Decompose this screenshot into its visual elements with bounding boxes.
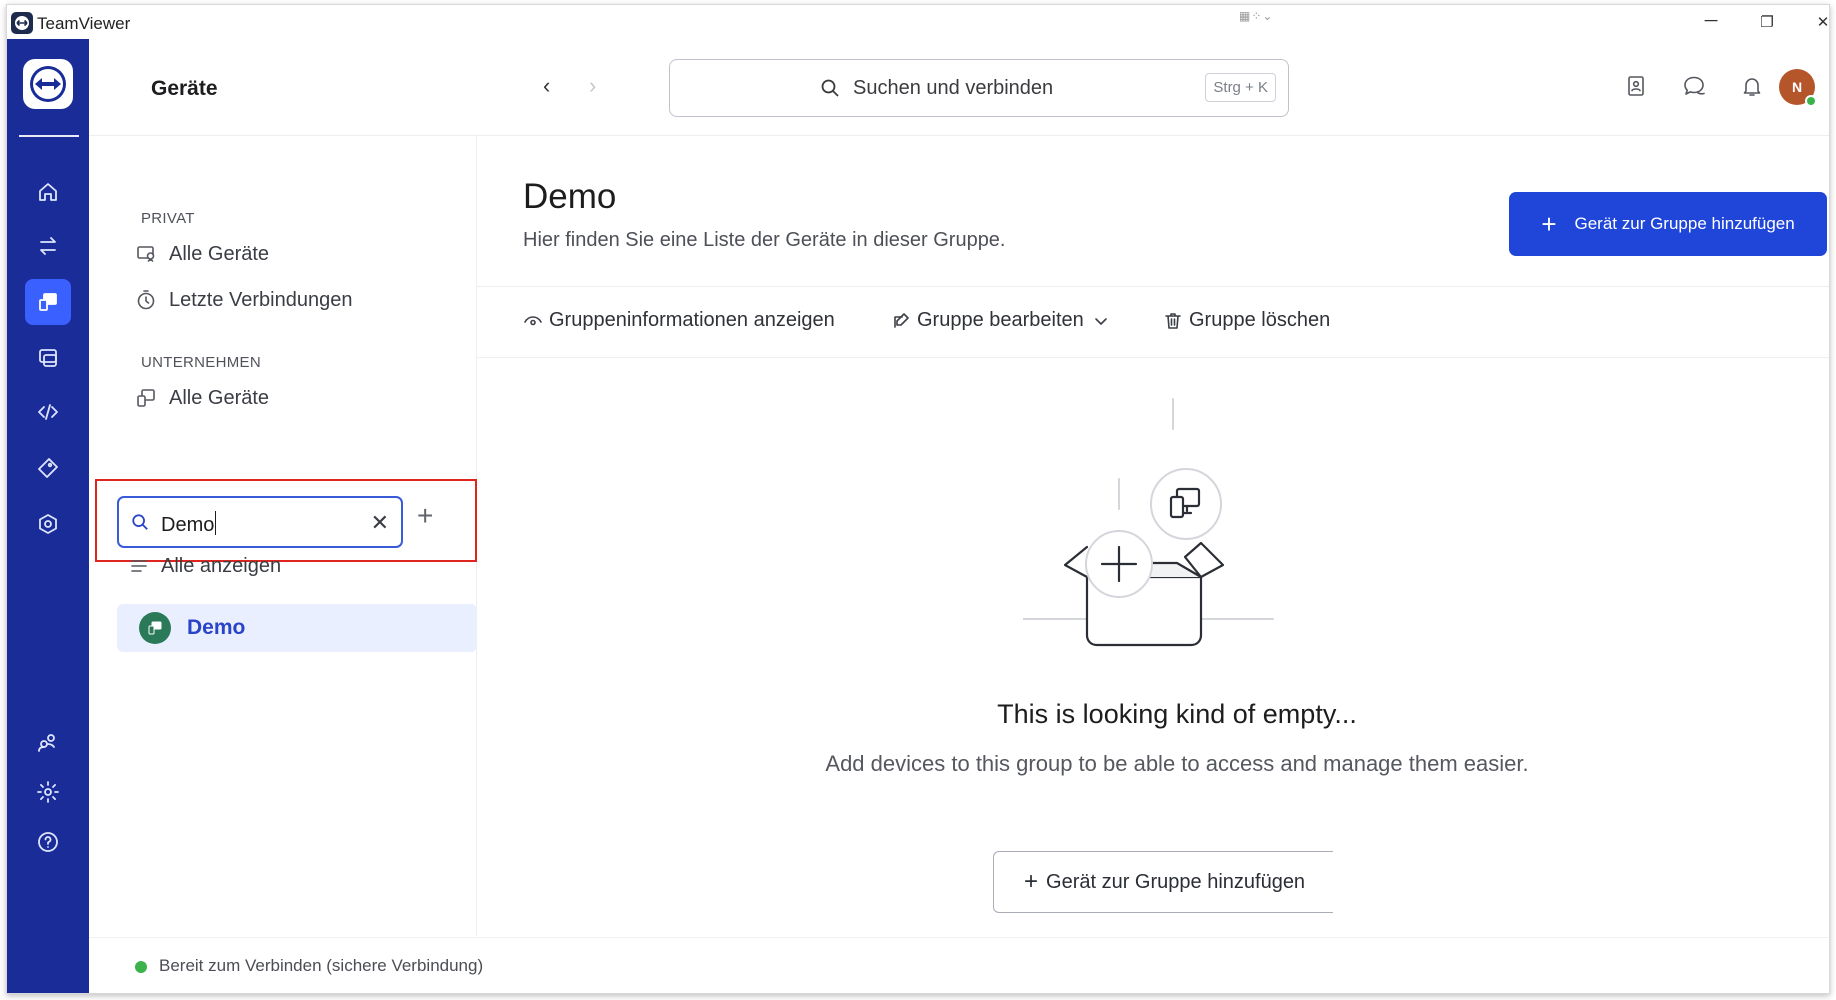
devices-icon (137, 389, 155, 407)
actions-divider (477, 357, 1829, 358)
sidebar-item-label: Letzte Verbindungen (169, 288, 353, 311)
settings-gear-icon[interactable] (25, 769, 71, 815)
search-icon (820, 78, 840, 103)
nav-rail (7, 39, 89, 993)
app-window: TeamViewer ▦⁘⌄ ─ ❐ ✕ Geräte ‹ › Suchen u… (6, 4, 1830, 994)
security-icon[interactable] (25, 501, 71, 547)
text-caret (215, 511, 217, 535)
empty-state-description: Add devices to this group to be able to … (825, 751, 1529, 776)
empty-state-title: This is looking kind of empty... (997, 699, 1357, 729)
online-status-dot (1805, 95, 1817, 107)
devices-nav-icon[interactable] (25, 279, 71, 325)
code-icon[interactable] (25, 389, 71, 435)
add-device-button-label: Gerät zur Gruppe hinzufügen (1574, 214, 1795, 233)
chat-icon[interactable] (1677, 69, 1711, 103)
add-group-plus-icon[interactable]: + (417, 500, 433, 532)
trash-icon (1165, 312, 1181, 329)
contacts-icon[interactable] (25, 719, 71, 765)
help-icon[interactable] (25, 819, 71, 865)
groups-panel: PRIVAT Alle Geräte Letzte Verbindungen U… (89, 136, 477, 936)
show-all-label: Alle anzeigen (161, 554, 282, 577)
sidebar-item-recent-connections[interactable]: Letzte Verbindungen (135, 282, 353, 318)
delete-group-label: Gruppe löschen (1189, 309, 1331, 331)
address-book-icon[interactable] (1619, 69, 1653, 103)
app-title: TeamViewer (37, 14, 131, 33)
forward-arrow-icon[interactable]: › (589, 73, 596, 99)
empty-add-device-label: Gerät zur Gruppe hinzufügen (1046, 870, 1306, 893)
search-placeholder: Suchen und verbinden (853, 77, 1054, 99)
clock-icon (137, 290, 155, 310)
show-group-info-button[interactable]: Gruppeninformationen anzeigen (523, 309, 835, 332)
devices-icon (137, 246, 155, 262)
edit-group-label: Gruppe bearbeiten (917, 309, 1084, 331)
search-shortcut-badge: Strg + K (1205, 73, 1276, 102)
list-icon (131, 560, 147, 572)
sidebar-item-label: Alle Geräte (169, 242, 270, 265)
group-icon (139, 612, 171, 644)
edit-group-dropdown[interactable]: Gruppe bearbeiten (891, 309, 1116, 332)
notification-bell-icon[interactable] (1735, 69, 1769, 103)
chevron-down-icon (1094, 317, 1107, 325)
global-search-input[interactable]: Suchen und verbinden Strg + K (669, 59, 1289, 117)
company-section-label: UNTERNEHMEN (141, 354, 261, 371)
add-device-to-group-button[interactable]: + Gerät zur Gruppe hinzufügen (1509, 192, 1827, 256)
group-item-demo[interactable]: Demo (117, 604, 477, 652)
empty-box-illustration (1023, 398, 1274, 647)
group-filter-input[interactable]: Demo ✕ (117, 496, 403, 548)
group-title: Demo (523, 177, 617, 216)
edit-icon (894, 312, 909, 328)
brand-divider (19, 135, 79, 137)
back-arrow-icon[interactable]: ‹ (543, 73, 550, 99)
sidebar-item-label: Alle Geräte (169, 386, 270, 409)
delete-group-button[interactable]: Gruppe löschen (1163, 309, 1330, 332)
title-divider (477, 286, 1829, 287)
sessions-icon[interactable] (25, 335, 71, 381)
home-icon[interactable] (25, 169, 71, 215)
tag-icon[interactable] (25, 445, 71, 491)
teamviewer-logo-icon (11, 12, 33, 34)
title-bar: TeamViewer ▦⁘⌄ ─ ❐ ✕ (7, 5, 1829, 39)
connection-status-text: Bereit zum Verbinden (sichere Verbindung… (159, 956, 484, 975)
plus-icon: + (1024, 868, 1039, 895)
snap-layout-icon[interactable]: ▦⁘⌄ (1239, 9, 1273, 23)
restore-button[interactable]: ❐ (1747, 13, 1787, 31)
group-subtitle: Hier finden Sie eine Liste der Geräte in… (523, 229, 1006, 251)
plus-icon: + (1541, 208, 1557, 239)
minimize-button[interactable]: ─ (1691, 10, 1731, 31)
show-all-groups-button[interactable]: Alle anzeigen (129, 548, 281, 584)
sidebar-item-company-all-devices[interactable]: Alle Geräte (135, 380, 269, 416)
empty-add-device-button[interactable]: + Gerät zur Gruppe hinzufügen (993, 851, 1333, 913)
remote-connection-icon[interactable] (25, 223, 71, 269)
close-button[interactable]: ✕ (1803, 13, 1829, 31)
eye-icon (524, 315, 542, 325)
connection-status-dot (135, 961, 147, 973)
private-section-label: PRIVAT (141, 210, 195, 227)
teamviewer-brand-icon[interactable] (23, 59, 73, 109)
search-icon (131, 513, 149, 536)
group-filter-value: Demo (161, 514, 215, 536)
content-panel: Geräte ‹ › Suchen und verbinden Strg + K… (89, 39, 1829, 993)
group-item-label: Demo (187, 616, 246, 639)
sidebar-item-private-all-devices[interactable]: Alle Geräte (135, 236, 269, 272)
clear-filter-close-icon[interactable]: ✕ (371, 510, 389, 536)
status-bar: Bereit zum Verbinden (sichere Verbindung… (89, 937, 1829, 993)
show-group-info-label: Gruppeninformationen anzeigen (549, 309, 835, 331)
page-title: Geräte (151, 77, 218, 100)
